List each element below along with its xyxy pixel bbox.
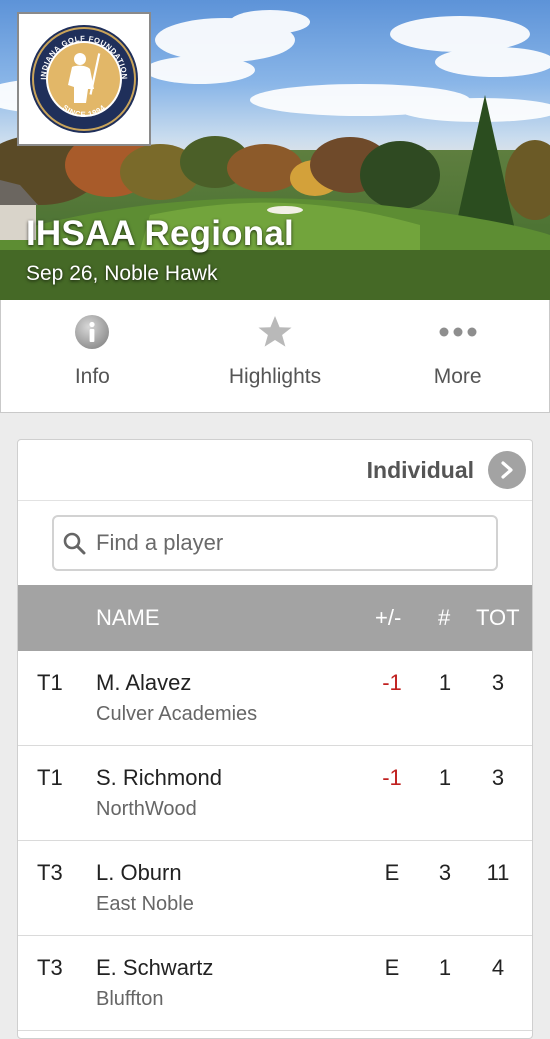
tab-info-label: Info (74, 365, 110, 388)
player-to-par: E (384, 955, 400, 980)
col-name-header[interactable]: NAME (96, 605, 160, 631)
player-total: 4 (491, 955, 505, 980)
player-total: 3 (491, 670, 505, 695)
player-name: M. Alavez (96, 670, 192, 695)
golfer-seal-icon: INDIANA GOLF FOUNDATION SINCE 1994 (30, 25, 138, 133)
chevron-right-icon[interactable] (488, 451, 526, 489)
event-hero: INDIANA GOLF FOUNDATION SINCE 1994 IHSAA… (0, 0, 550, 300)
leaderboard-view-selector[interactable]: Individual (18, 440, 532, 501)
search-icon (63, 532, 86, 555)
player-position: T1 (37, 765, 63, 790)
tab-highlights[interactable]: Highlights (184, 300, 367, 412)
player-team: East Noble (96, 893, 194, 915)
tab-more-label: More (433, 365, 482, 388)
table-row[interactable]: T1 M. Alavez Culver Academies -1 1 3 (18, 651, 532, 746)
player-name: L. Oburn (96, 860, 182, 885)
player-hole: 3 (438, 860, 452, 885)
player-team: Bluffton (96, 988, 164, 1010)
leaderboard-card: Individual NAME +/- # TOT T1 M. Alavez C… (17, 439, 533, 1039)
player-hole: 1 (438, 670, 452, 695)
event-tab-bar: Info Highlights More (0, 300, 550, 413)
player-to-par: E (384, 860, 400, 885)
player-name: E. Schwartz (96, 955, 214, 980)
tab-highlights-label: Highlights (228, 365, 322, 388)
search-field[interactable] (52, 515, 498, 571)
star-icon (258, 316, 292, 347)
player-name: S. Richmond (96, 765, 222, 790)
event-heading: IHSAA Regional Sep 26, Noble Hawk (26, 214, 294, 286)
player-team: NorthWood (96, 798, 197, 820)
table-row[interactable]: T1 S. Richmond NorthWood -1 1 3 (18, 746, 532, 841)
view-label: Individual (366, 456, 474, 483)
player-to-par: -1 (382, 670, 402, 695)
player-position: T1 (37, 670, 63, 695)
player-to-par: -1 (382, 765, 402, 790)
table-row[interactable]: T3 E. Schwartz Bluffton E 1 4 (18, 936, 532, 1031)
more-dots-icon (439, 327, 477, 337)
col-hole-header[interactable]: # (438, 605, 450, 631)
player-position: T3 (37, 860, 63, 885)
player-search (18, 501, 532, 585)
player-total: 11 (486, 860, 510, 885)
event-date-venue: Sep 26, Noble Hawk (26, 262, 218, 285)
event-title: IHSAA Regional (26, 214, 294, 253)
foundation-logo: INDIANA GOLF FOUNDATION SINCE 1994 (17, 12, 151, 146)
player-team: Culver Academies (96, 703, 258, 725)
player-position: T3 (37, 955, 63, 980)
table-row[interactable]: T3 L. Oburn East Noble E 3 11 (18, 841, 532, 936)
col-total-header[interactable]: TOT (476, 605, 520, 631)
player-hole: 1 (438, 765, 452, 790)
search-input[interactable] (96, 530, 496, 556)
col-par-header[interactable]: +/- (375, 605, 401, 631)
info-icon (75, 315, 110, 349)
tab-more[interactable]: More (366, 300, 549, 412)
leaderboard-header-row: NAME +/- # TOT (18, 585, 532, 651)
player-total: 3 (491, 765, 505, 790)
tab-info[interactable]: Info (1, 300, 184, 412)
player-hole: 1 (438, 955, 452, 980)
